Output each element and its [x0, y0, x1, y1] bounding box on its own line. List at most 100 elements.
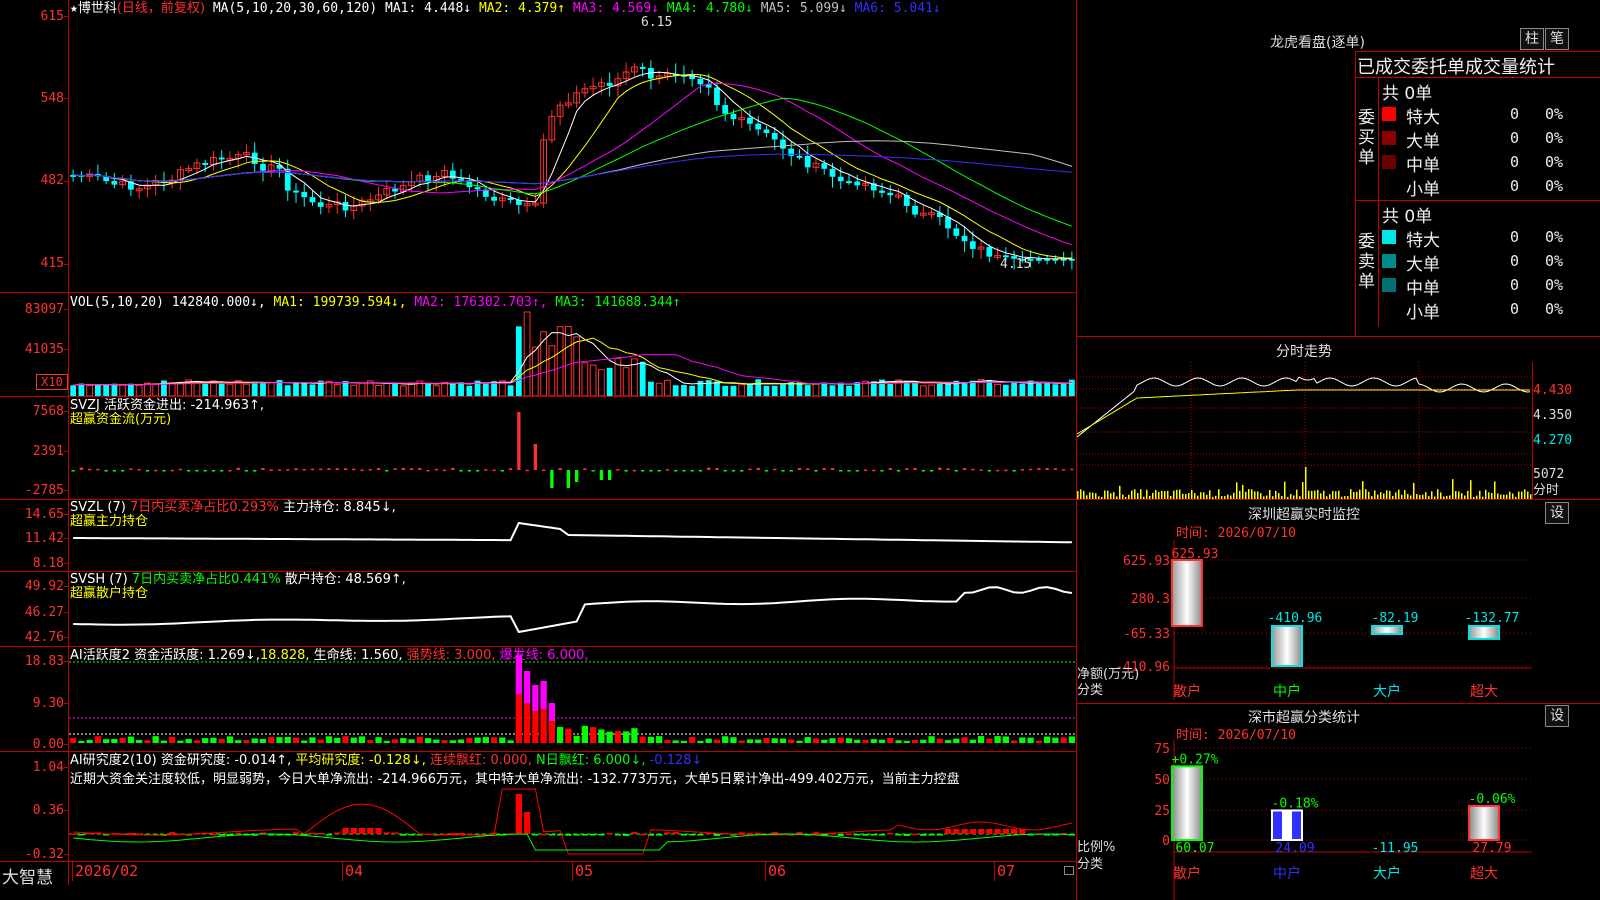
stats-title: 已成交委托单成交量统计: [1357, 57, 1555, 78]
intraday-vol-bar: [1380, 492, 1382, 499]
active-bar: [845, 738, 853, 743]
flow-bar: [954, 470, 958, 472]
period-label[interactable]: (日线，前复权): [117, 1, 205, 16]
research-bar: [614, 834, 622, 836]
buy-row-label: 大单: [1406, 132, 1440, 152]
intraday-chart[interactable]: [1077, 362, 1532, 499]
intraday-vol-bar: [1353, 492, 1355, 499]
flow-bar: [393, 468, 397, 470]
sz-bar-散户: [1171, 559, 1203, 627]
flow-bar: [360, 469, 364, 472]
active-bar: [614, 731, 622, 743]
active-bar: [375, 737, 382, 743]
candlestick-chart[interactable]: [69, 16, 1076, 292]
research-bar: [169, 832, 176, 834]
bar-mode-button[interactable]: 柱: [1520, 28, 1544, 50]
lock-icon[interactable]: [1064, 866, 1074, 875]
vol-bar: [432, 385, 440, 396]
retail-hold-chart[interactable]: [69, 578, 1076, 646]
flow-bar: [665, 469, 670, 471]
flow-bar: [434, 468, 438, 471]
tick-mode-button[interactable]: 笔: [1545, 28, 1569, 50]
intraday-vol-bar: [1146, 489, 1148, 499]
active-bar: [829, 738, 836, 743]
vol-bar: [763, 385, 770, 396]
intraday-vol-bar: [1398, 489, 1400, 499]
sz-cat-label: 中户: [1273, 683, 1301, 700]
candle-down: [449, 170, 456, 179]
research-bar: [581, 834, 589, 836]
cls-settings-button[interactable]: 设: [1545, 705, 1569, 727]
volume-chart[interactable]: [69, 310, 1076, 396]
research-bar: [755, 832, 762, 835]
flow-bar: [1037, 468, 1041, 470]
vol-bar: [103, 384, 110, 396]
sz-bar-value: -132.77: [1465, 611, 1520, 626]
flow-bar: [690, 470, 694, 472]
cls-cat-label: 散户: [1173, 865, 1201, 882]
active-bar: [961, 737, 968, 743]
active-bar: [325, 736, 333, 743]
active-bar: [416, 736, 423, 743]
flow-bar: [442, 469, 447, 472]
research-bar: [697, 834, 704, 836]
sz-settings-button[interactable]: 设: [1545, 502, 1569, 524]
research-bar: [218, 834, 225, 836]
active-bar: [862, 739, 869, 743]
sz-monitor-chart[interactable]: 625.93280.3-65.33-410.96625.93散户-410.96中…: [1077, 540, 1600, 700]
flow-bar: [847, 470, 851, 472]
y-label: 2391: [32, 444, 64, 459]
ai-research-chart[interactable]: [69, 760, 1076, 861]
cls-bar-top: -0.06%: [1469, 792, 1516, 807]
flow-bar: [896, 470, 901, 472]
intraday-vol-bar: [1389, 490, 1391, 499]
vol-bar: [267, 382, 275, 396]
x-tick: [72, 861, 73, 881]
sell-total: 共 0单: [1382, 207, 1433, 227]
active-bar: [408, 739, 415, 743]
flow-bar: [1004, 469, 1008, 472]
stats-side-divider: [1378, 77, 1379, 327]
cls-stats-chart[interactable]: 75 50 25 0 +0.27% 60.07 散户 -0.18% 24.09 中户 -11.95 大…: [1077, 740, 1600, 900]
cls-top-border: [1076, 703, 1600, 704]
flow-bar: [962, 468, 967, 470]
flow-bar: [773, 468, 777, 471]
candle-down: [854, 181, 861, 186]
vol-ma-line: [73, 337, 1072, 386]
y-label: 415: [40, 256, 64, 271]
candle-down: [317, 202, 324, 207]
intraday-vol-bar: [1236, 482, 1238, 499]
ai-active-chart[interactable]: [69, 652, 1076, 751]
main-force-hold-chart[interactable]: [69, 505, 1076, 571]
flow-bar: [806, 468, 810, 470]
favorite-star-icon[interactable]: ★: [70, 1, 78, 16]
flow-bar: [96, 468, 100, 471]
intraday-vol-bar: [1113, 492, 1115, 499]
active-bar: [441, 740, 448, 743]
active-bar: [169, 736, 176, 743]
flow-bar: [459, 470, 463, 472]
research-bar: [936, 834, 943, 836]
flow-bar: [888, 467, 892, 470]
sell-row-label: 小单: [1406, 303, 1440, 323]
vol-bar: [589, 364, 597, 396]
ma2-line: [73, 73, 1072, 259]
stats-mid-border: [1355, 200, 1600, 201]
intraday-vol-bar: [1191, 489, 1193, 499]
fund-flow-chart[interactable]: [69, 400, 1076, 499]
vol-bar: [664, 379, 671, 396]
vol-bar: [218, 382, 225, 396]
active-bar: [1068, 736, 1076, 743]
y-label: 49.92: [24, 579, 64, 594]
active-bar: [895, 740, 902, 743]
cls-bar-bottom: 27.79: [1472, 841, 1511, 856]
buy-row-count: 0: [1510, 105, 1520, 123]
research-bar: [449, 832, 456, 835]
divider-vol: [0, 396, 1076, 397]
intraday-vol-bar: [1131, 490, 1133, 499]
candle-down: [722, 105, 729, 114]
stats-left-border: [1355, 51, 1356, 336]
buy-row-pct: 0%: [1545, 129, 1564, 147]
buy-row-count: 0: [1510, 177, 1520, 195]
flow-bar: [880, 470, 884, 472]
